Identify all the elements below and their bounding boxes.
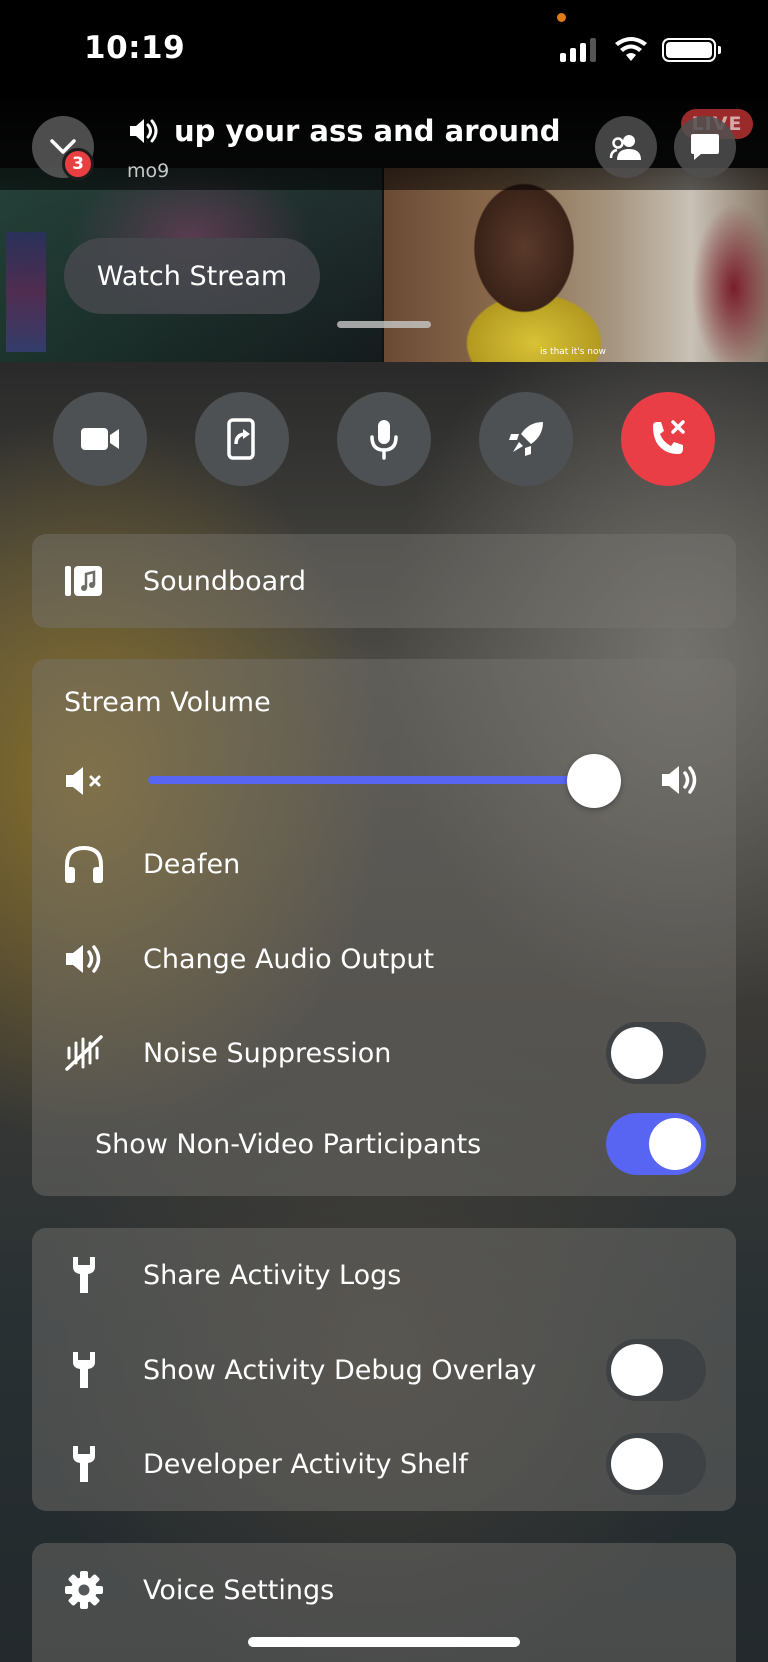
microphone-icon xyxy=(370,420,398,460)
stream-video xyxy=(384,168,768,362)
wrench-icon xyxy=(62,1442,106,1486)
watch-stream-button[interactable]: Watch Stream xyxy=(64,238,320,314)
activity-shelf-toggle[interactable] xyxy=(606,1433,706,1495)
screen-share-button[interactable] xyxy=(195,392,289,486)
change-audio-output-row[interactable]: Change Audio Output xyxy=(32,919,736,999)
speaker-icon xyxy=(130,119,158,143)
notification-badge: 3 xyxy=(62,148,94,180)
share-activity-logs-row[interactable]: Share Activity Logs xyxy=(32,1228,736,1322)
volume-max-icon xyxy=(662,766,697,794)
participants-button[interactable] xyxy=(595,116,657,178)
noise-suppression-toggle[interactable] xyxy=(606,1022,706,1084)
developer-card: Share Activity Logs Show Activity Debug … xyxy=(32,1228,736,1511)
microphone-button[interactable] xyxy=(337,392,431,486)
debug-overlay-row: Show Activity Debug Overlay xyxy=(32,1323,736,1417)
show-non-video-row: Show Non-Video Participants xyxy=(32,1104,736,1184)
change-audio-output-label: Change Audio Output xyxy=(143,943,435,975)
server-name: mo9 xyxy=(127,160,170,182)
noise-suppression-icon xyxy=(62,1031,106,1075)
drag-handle[interactable] xyxy=(337,321,431,328)
clock: 10:19 xyxy=(84,30,186,66)
toggle-knob xyxy=(649,1118,701,1170)
chat-icon xyxy=(691,134,719,160)
phone-x-icon xyxy=(653,420,685,454)
voice-settings-label: Voice Settings xyxy=(143,1574,335,1606)
debug-overlay-toggle[interactable] xyxy=(606,1339,706,1401)
activity-shelf-row: Developer Activity Shelf xyxy=(32,1417,736,1511)
camera-indicator xyxy=(557,13,566,22)
debug-overlay-label: Show Activity Debug Overlay xyxy=(143,1354,537,1386)
wrench-icon xyxy=(62,1348,106,1392)
toggle-knob xyxy=(611,1027,663,1079)
activity-shelf-label: Developer Activity Shelf xyxy=(143,1448,468,1480)
channel-name: up your ass and around xyxy=(174,114,561,148)
volume-slider-track[interactable] xyxy=(148,776,598,784)
wrench-icon xyxy=(62,1253,106,1297)
share-screen-icon xyxy=(227,418,255,460)
rocket-icon xyxy=(509,422,543,456)
show-non-video-label: Show Non-Video Participants xyxy=(95,1128,482,1160)
wifi-icon xyxy=(615,37,647,61)
soundboard-label: Soundboard xyxy=(143,565,306,597)
camera-button[interactable] xyxy=(53,392,147,486)
toggle-knob xyxy=(611,1344,663,1396)
voice-settings-row[interactable]: Voice Settings xyxy=(32,1543,736,1637)
show-non-video-toggle[interactable] xyxy=(606,1113,706,1175)
noise-suppression-row: Noise Suppression xyxy=(32,1013,736,1093)
toggle-knob xyxy=(611,1438,663,1490)
audio-card: Stream Volume Deafen Change Audio Output… xyxy=(32,659,736,1196)
status-bar: 10:19 xyxy=(0,0,768,100)
leave-call-button[interactable] xyxy=(621,392,715,486)
video-camera-icon xyxy=(81,428,119,450)
deafen-label: Deafen xyxy=(143,848,241,880)
stream-volume-title: Stream Volume xyxy=(64,687,271,718)
gear-icon xyxy=(62,1568,106,1612)
soundboard-row[interactable]: Soundboard xyxy=(32,534,736,628)
cellular-signal-icon xyxy=(560,38,596,62)
share-activity-logs-label: Share Activity Logs xyxy=(143,1259,402,1291)
chat-button[interactable] xyxy=(674,116,736,178)
headphones-icon xyxy=(62,842,106,886)
home-indicator xyxy=(248,1637,520,1647)
call-controls xyxy=(0,392,768,486)
volume-mute-icon xyxy=(66,767,101,795)
video-subtitle: is that it's now xyxy=(540,347,606,357)
soundboard-card: Soundboard xyxy=(32,534,736,628)
speaker-icon xyxy=(62,937,106,981)
channel-title: up your ass and around xyxy=(128,114,560,148)
noise-suppression-label: Noise Suppression xyxy=(143,1037,392,1069)
people-icon xyxy=(609,135,641,160)
deafen-row[interactable]: Deafen xyxy=(32,824,736,904)
volume-slider-thumb[interactable] xyxy=(567,754,621,808)
soundboard-icon xyxy=(62,559,106,603)
activities-button[interactable] xyxy=(479,392,573,486)
battery-icon xyxy=(662,38,721,62)
